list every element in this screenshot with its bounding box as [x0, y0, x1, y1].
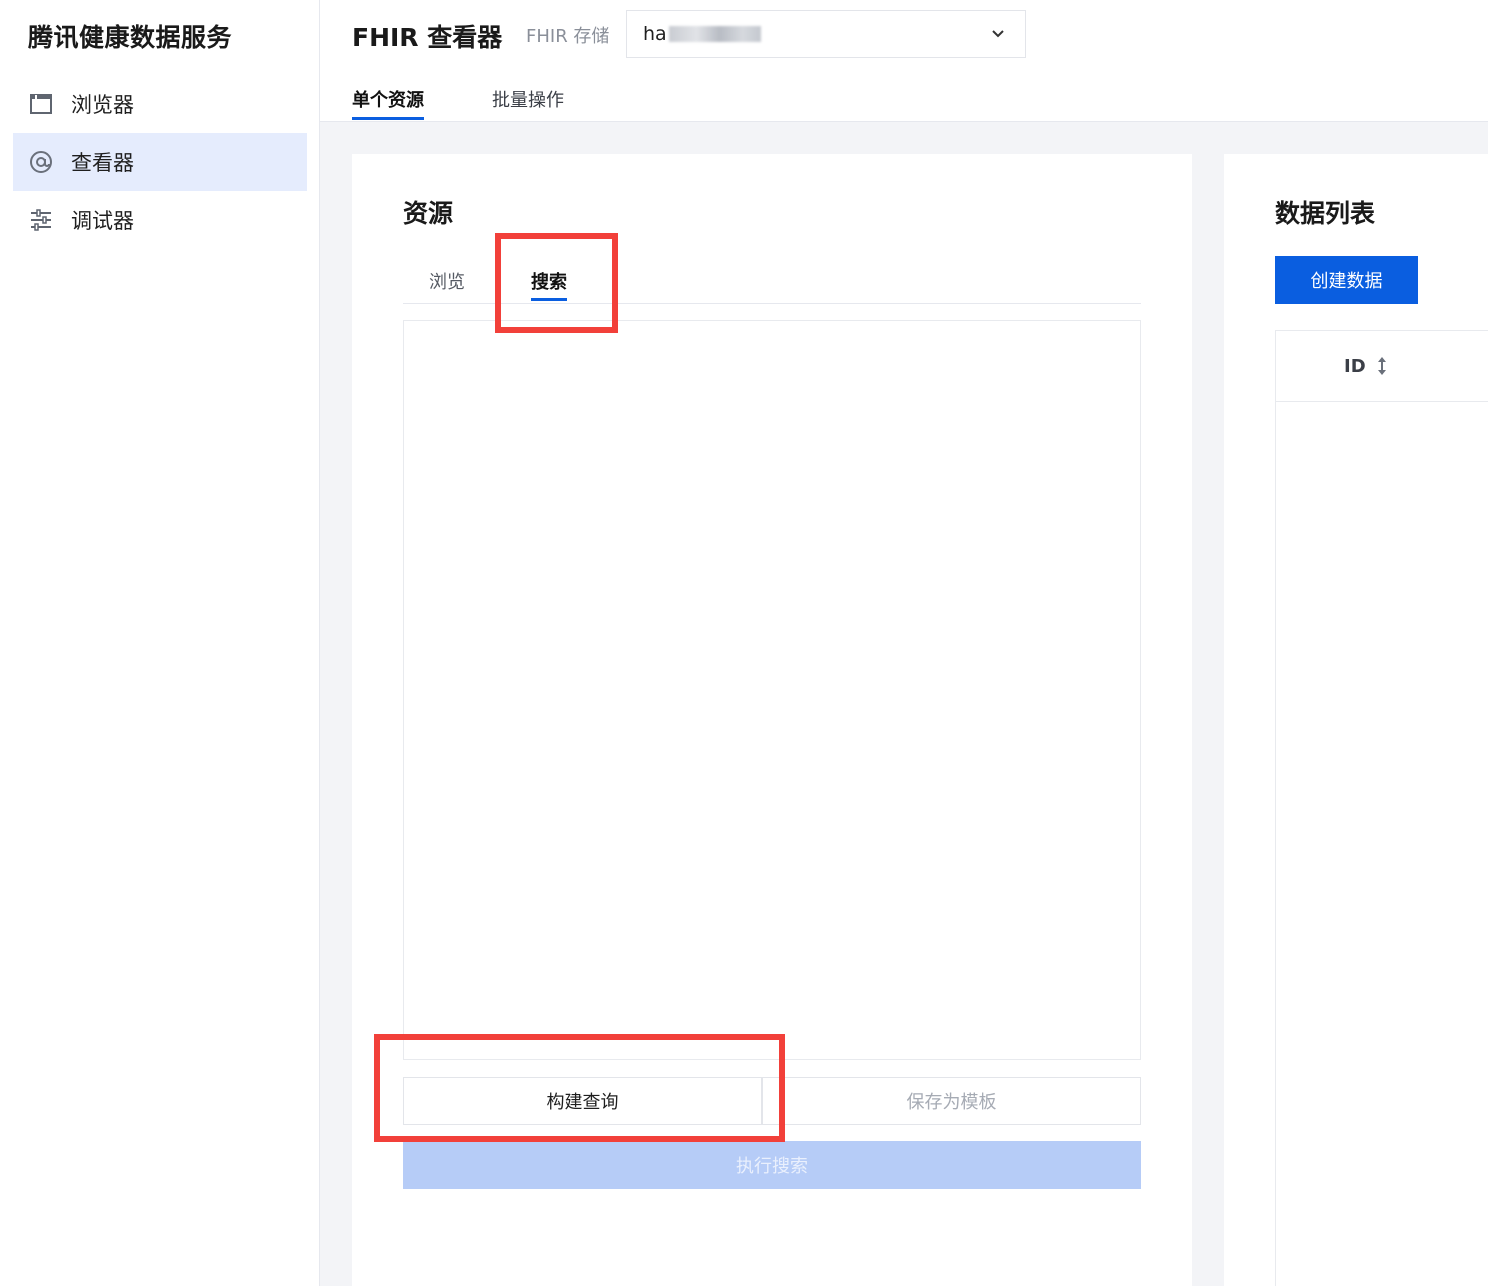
resource-tabs: 浏览 搜索	[403, 266, 1141, 304]
column-label: ID	[1344, 355, 1366, 377]
page-title: FHIR 查看器	[352, 23, 503, 52]
sliders-icon	[29, 208, 53, 232]
create-data-button[interactable]: 创建数据	[1275, 256, 1418, 304]
top-header: FHIR 查看器 FHIR 存储 ha 单个资源 批量操作	[320, 0, 1488, 122]
resource-panel: 资源 浏览 搜索 构建查询 保存为模板 执行搜索	[352, 154, 1192, 1286]
data-list-panel: 数据列表 创建数据 ID	[1224, 154, 1488, 1286]
store-select-value: ha	[643, 23, 667, 45]
fhir-store-select[interactable]: ha	[626, 10, 1026, 58]
tab-browse[interactable]: 浏览	[429, 268, 465, 294]
resource-panel-title: 资源	[403, 199, 454, 228]
chevron-down-icon	[989, 25, 1007, 48]
at-sign-icon	[29, 150, 53, 174]
sort-icon[interactable]	[1376, 356, 1388, 376]
sidebar-item-label: 查看器	[71, 151, 134, 175]
build-query-button[interactable]: 构建查询	[403, 1077, 762, 1125]
data-table: ID	[1275, 330, 1488, 1286]
sidebar-item-viewer[interactable]: 查看器	[13, 133, 307, 191]
query-editor-area[interactable]	[403, 320, 1141, 1060]
redacted-text	[668, 26, 761, 42]
tab-single-resource[interactable]: 单个资源	[352, 86, 424, 120]
brand-title: 腾讯健康数据服务	[28, 23, 233, 52]
sidebar-item-debugger[interactable]: 调试器	[13, 191, 307, 249]
sidebar-item-label: 调试器	[71, 209, 134, 233]
data-list-title: 数据列表	[1275, 199, 1376, 228]
store-label: FHIR 存储	[526, 26, 610, 47]
sidebar: 腾讯健康数据服务 浏览器 查看器 调试器	[0, 0, 320, 1286]
tab-batch-operation[interactable]: 批量操作	[492, 86, 564, 112]
tab-search[interactable]: 搜索	[531, 268, 567, 301]
sidebar-item-label: 浏览器	[71, 93, 134, 117]
save-as-template-button[interactable]: 保存为模板	[762, 1077, 1141, 1125]
window-icon	[29, 92, 53, 116]
execute-search-button[interactable]: 执行搜索	[403, 1141, 1141, 1189]
sidebar-item-browser[interactable]: 浏览器	[13, 75, 307, 133]
table-header-id: ID	[1276, 331, 1488, 402]
